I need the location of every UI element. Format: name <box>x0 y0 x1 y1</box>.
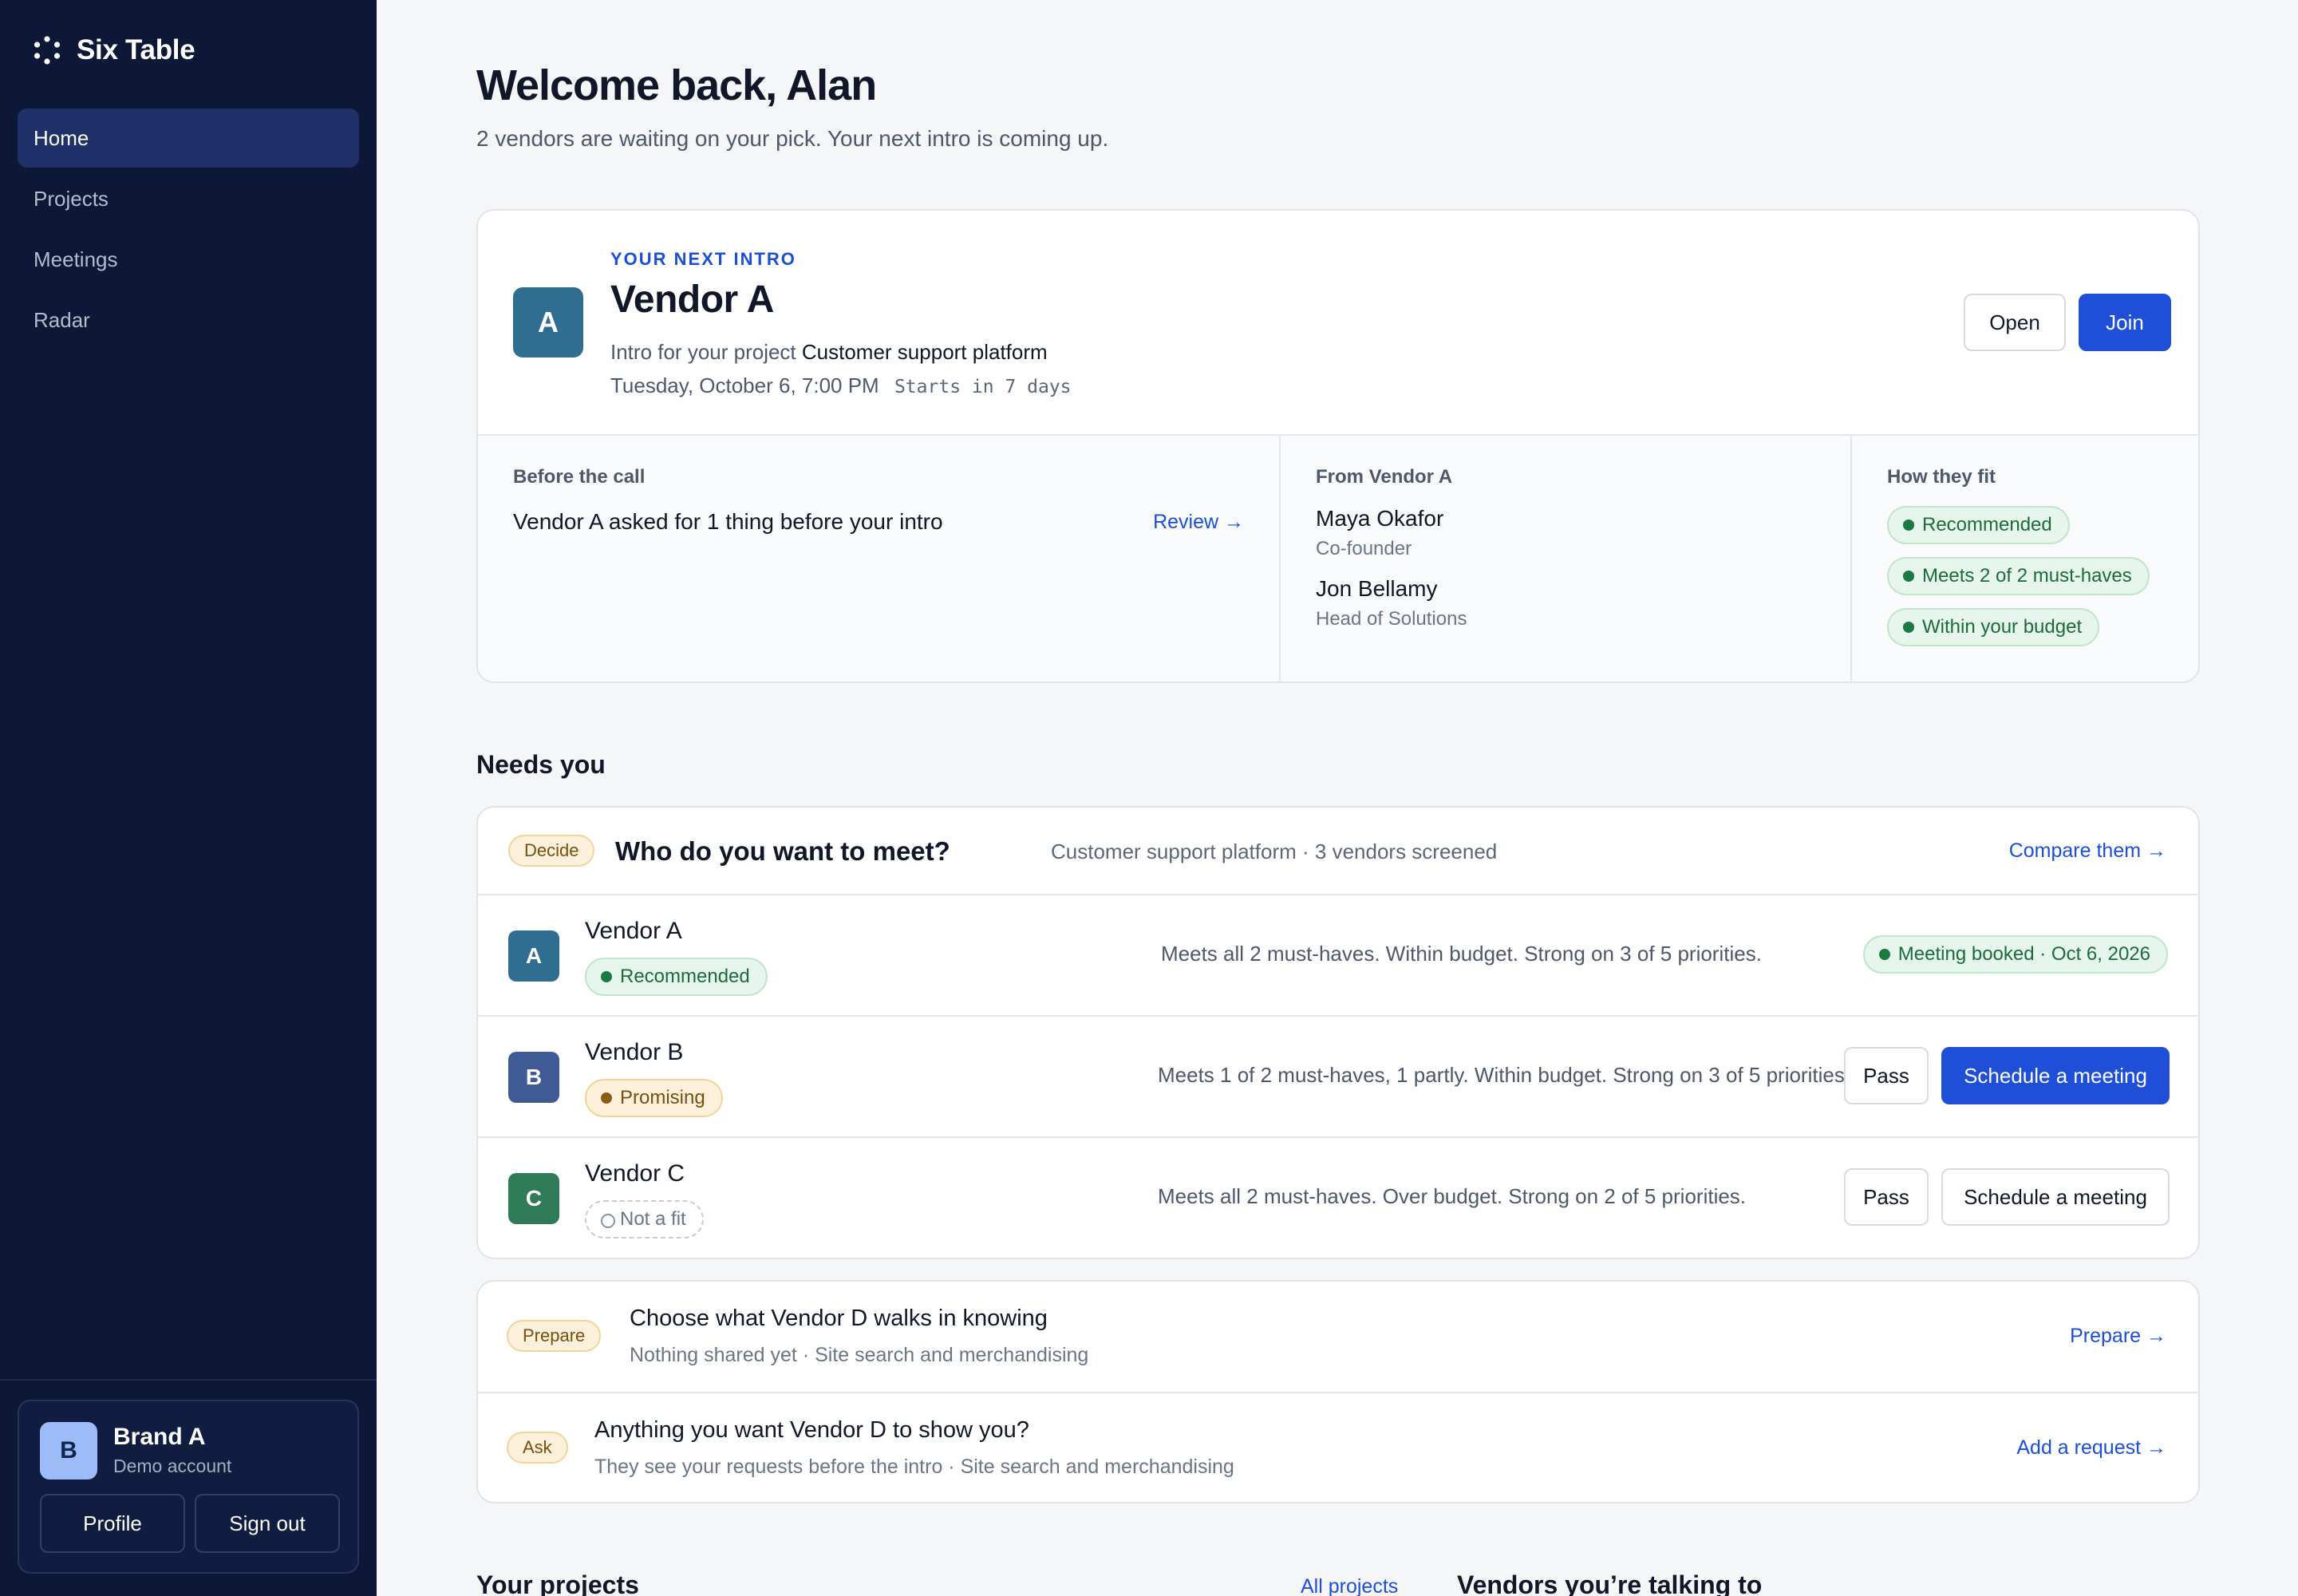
page-title: Welcome back, Alan <box>476 61 877 109</box>
account-subtitle: Demo account <box>113 1456 232 1476</box>
account-card: B Brand A Demo account Profile Sign out <box>18 1400 359 1574</box>
ask-row: Ask Anything you want Vendor D to show y… <box>478 1393 2198 1502</box>
logo-icon <box>34 36 61 65</box>
vendor-row: A Vendor A Recommended Meets all 2 must-… <box>478 895 2198 1017</box>
project-prefix: Intro for your project <box>610 340 796 364</box>
sign-out-button[interactable]: Sign out <box>195 1494 340 1553</box>
prepare-link[interactable]: Prepare → <box>2070 1325 2166 1348</box>
contact-role: Co-founder <box>1316 538 1412 559</box>
fit-heading: How they fit <box>1887 466 1996 488</box>
contact-name: Maya Okafor <box>1316 506 1444 531</box>
sidebar-divider <box>0 1379 377 1381</box>
decide-tag: Decide <box>508 835 595 867</box>
app-name: Six Table <box>77 34 195 65</box>
pass-button[interactable]: Pass <box>1844 1047 1929 1104</box>
decide-header: Decide Who do you want to meet? Customer… <box>478 808 2198 895</box>
vendor-summary: Meets all 2 must-haves. Within budget. S… <box>1161 942 1762 966</box>
project-name: Customer support platform <box>801 340 1048 364</box>
vendor-avatar: B <box>508 1052 559 1103</box>
before-call-heading: Before the call <box>513 466 646 488</box>
brand[interactable]: Six Table <box>32 32 195 69</box>
vendor-summary: Meets all 2 must-haves. Over budget. Str… <box>1158 1184 1747 1208</box>
vendor-avatar: A <box>513 287 583 358</box>
sidebar-item-radar[interactable]: Radar <box>18 290 359 350</box>
schedule-meeting-button[interactable]: Schedule a meeting <box>1941 1168 2170 1226</box>
prepare-subtitle: Nothing shared yet · Site search and mer… <box>630 1344 1089 1366</box>
next-intro-eyebrow: YOUR NEXT INTRO <box>610 249 796 269</box>
fit-chip: Within your budget <box>1887 608 2100 646</box>
next-intro-header: A YOUR NEXT INTRO Vendor A Intro for you… <box>478 211 2198 436</box>
meeting-booked-badge: Meeting booked · Oct 6, 2026 <box>1862 935 2168 974</box>
prepare-tag: Prepare <box>507 1320 602 1352</box>
decide-card: Decide Who do you want to meet? Customer… <box>476 806 2200 1259</box>
needs-you-title: Needs you <box>476 750 606 779</box>
vendor-name: Vendor B <box>585 1039 684 1065</box>
fit-chip: Recommended <box>1887 506 2070 544</box>
vendor-row: B Vendor B Promising Meets 1 of 2 must-h… <box>478 1017 2198 1138</box>
all-projects-link[interactable]: All projects <box>1301 1575 1398 1596</box>
vendors-talking-title: Vendors you’re talking to <box>1457 1570 1763 1596</box>
contact-name: Jon Bellamy <box>1316 576 1438 601</box>
vendor-avatar: A <box>508 930 559 982</box>
status-badge: Promising <box>585 1079 723 1117</box>
ask-tag: Ask <box>507 1432 568 1464</box>
sidebar-item-meetings[interactable]: Meetings <box>18 230 359 289</box>
open-button[interactable]: Open <box>1964 294 2066 351</box>
pass-button[interactable]: Pass <box>1844 1168 1929 1226</box>
prepare-title: Choose what Vendor D walks in knowing <box>630 1306 1048 1331</box>
fit-chip: Meets 2 of 2 must-haves <box>1887 557 2150 595</box>
add-request-link[interactable]: Add a request → <box>2016 1436 2166 1460</box>
prepare-card: Prepare Choose what Vendor D walks in kn… <box>476 1280 2200 1503</box>
schedule-meeting-button[interactable]: Schedule a meeting <box>1941 1047 2170 1104</box>
starts-in: Starts in 7 days <box>894 377 1072 397</box>
account-name: Brand A <box>113 1424 206 1450</box>
review-link[interactable]: Review → <box>1153 511 1244 534</box>
from-vendor-heading: From Vendor A <box>1316 466 1453 488</box>
decide-meta: Customer support platform · 3 vendors sc… <box>1051 839 1498 863</box>
join-button[interactable]: Join <box>2079 294 2171 351</box>
sidebar-item-projects[interactable]: Projects <box>18 169 359 228</box>
before-call-text: Vendor A asked for 1 thing before your i… <box>513 509 943 534</box>
decide-question: Who do you want to meet? <box>615 836 950 866</box>
vendor-avatar: C <box>508 1173 559 1224</box>
ask-subtitle: They see your requests before the intro … <box>594 1456 1234 1478</box>
prepare-row: Prepare Choose what Vendor D walks in kn… <box>478 1282 2198 1393</box>
from-vendor-panel: From Vendor A Maya Okafor Co-founder Jon… <box>1281 436 1852 681</box>
next-intro-project: Intro for your project Customer support … <box>610 340 1048 365</box>
sidebar: Six Table Home Projects Meetings Radar B… <box>0 0 377 1596</box>
page-subtitle: 2 vendors are waiting on your pick. Your… <box>476 126 1109 151</box>
your-projects-title: Your projects <box>476 1570 639 1596</box>
compare-link[interactable]: Compare them → <box>2009 839 2166 863</box>
sidebar-item-home[interactable]: Home <box>18 109 359 168</box>
ask-title: Anything you want Vendor D to show you? <box>594 1417 1029 1443</box>
sidebar-nav: Home Projects Meetings Radar <box>18 109 359 351</box>
status-badge: Not a fit <box>585 1200 704 1238</box>
contact-role: Head of Solutions <box>1316 608 1467 630</box>
next-intro-card: A YOUR NEXT INTRO Vendor A Intro for you… <box>476 209 2200 683</box>
next-intro-details: Before the call Vendor A asked for 1 thi… <box>478 436 2198 681</box>
vendor-summary: Meets 1 of 2 must-haves, 1 partly. Withi… <box>1158 1063 1851 1087</box>
fit-panel: How they fit Recommended Meets 2 of 2 mu… <box>1852 436 2198 681</box>
account-avatar: B <box>40 1422 97 1479</box>
main-content: Welcome back, Alan 2 vendors are waiting… <box>377 0 2298 1596</box>
next-intro-vendor: Vendor A <box>610 279 774 321</box>
vendor-name: Vendor A <box>585 918 682 944</box>
vendor-row: C Vendor C Not a fit Meets all 2 must-ha… <box>478 1138 2198 1258</box>
status-badge: Recommended <box>585 958 768 996</box>
meeting-datetime: Tuesday, October 6, 7:00 PM <box>610 373 879 397</box>
profile-button[interactable]: Profile <box>40 1494 185 1553</box>
before-call-panel: Before the call Vendor A asked for 1 thi… <box>478 436 1281 681</box>
vendor-name: Vendor C <box>585 1160 685 1187</box>
next-intro-datetime: Tuesday, October 6, 7:00 PM Starts in 7 … <box>610 373 1072 398</box>
